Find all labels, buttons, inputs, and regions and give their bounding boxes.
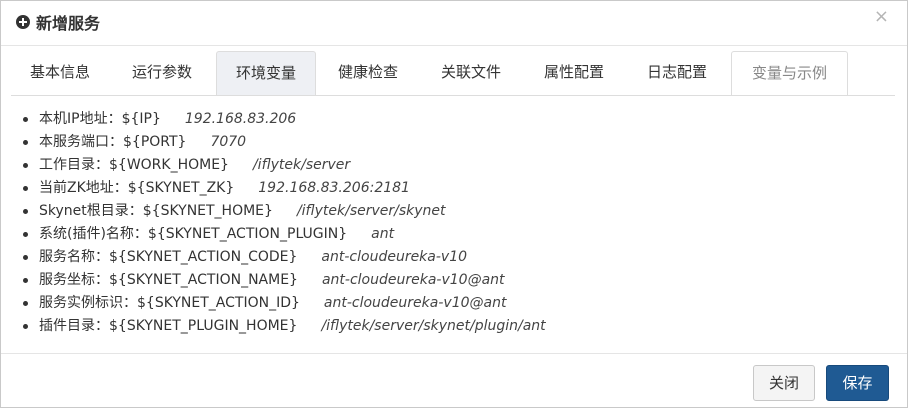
variable-value: ant-cloudeureka-v10@ant <box>323 295 507 311</box>
list-item: 服务名称：${SKYNET_ACTION_CODE} ant-cloudeurek… <box>23 246 546 269</box>
list-item: 服务坐标：${SKYNET_ACTION_NAME} ant-cloudeurek… <box>23 269 546 292</box>
add-service-dialog: 新增服务 × 基本信息 运行参数 环境变量 健康检查 关联文件 属性配置 日志配… <box>0 0 908 408</box>
tab-env-vars[interactable]: 环境变量 <box>216 51 316 95</box>
list-item: 当前ZK地址：${SKYNET_ZK} 192.168.83.206:2181 <box>23 177 546 200</box>
variable-value: ant <box>371 226 395 242</box>
variable-value: 192.168.83.206:2181 <box>258 180 410 196</box>
tab-property-config[interactable]: 属性配置 <box>525 51 623 94</box>
variable-value: 192.168.83.206 <box>184 111 297 127</box>
tab-variables-examples[interactable]: 变量与示例 <box>731 51 848 95</box>
variable-label: 本机IP地址：${IP} <box>39 111 161 127</box>
variable-label: 服务实例标识：${SKYNET_ACTION_ID} <box>39 295 300 311</box>
tab-health-check[interactable]: 健康检查 <box>319 51 417 94</box>
list-item: 本服务端口：${PORT} 7070 <box>23 131 546 154</box>
tab-log-config[interactable]: 日志配置 <box>628 51 726 94</box>
list-item: 服务实例标识：${SKYNET_ACTION_ID} ant-cloudeurek… <box>23 292 546 315</box>
list-item: 本机IP地址：${IP} 192.168.83.206 <box>23 108 546 131</box>
dialog-body: 本机IP地址：${IP} 192.168.83.206 本服务端口：${PORT}… <box>1 96 907 354</box>
tab-related-files[interactable]: 关联文件 <box>422 51 520 94</box>
variable-label: 本服务端口：${PORT} <box>39 134 187 150</box>
plus-circle-icon <box>16 15 30 29</box>
tab-run-params[interactable]: 运行参数 <box>113 51 211 94</box>
dialog-header: 新增服务 × <box>1 1 907 46</box>
variable-label: 插件目录：${SKYNET_PLUGIN_HOME} <box>39 318 298 334</box>
variable-label: 系统(插件)名称：${SKYNET_ACTION_PLUGIN} <box>39 226 348 242</box>
variable-label: 服务名称：${SKYNET_ACTION_CODE} <box>39 249 298 265</box>
save-button[interactable]: 保存 <box>826 365 889 401</box>
list-item: Skynet根目录：${SKYNET_HOME} /iflytek/server/… <box>23 200 546 223</box>
variable-label: 当前ZK地址：${SKYNET_ZK} <box>39 180 235 196</box>
variable-label: Skynet根目录：${SKYNET_HOME} <box>39 203 273 219</box>
list-item: 插件目录：${SKYNET_PLUGIN_HOME} /iflytek/serve… <box>23 315 546 338</box>
close-button[interactable]: 关闭 <box>753 365 815 401</box>
list-item: 系统(插件)名称：${SKYNET_ACTION_PLUGIN} ant <box>23 223 546 246</box>
variable-value: /iflytek/server <box>252 157 351 173</box>
dialog-title-wrap: 新增服务 <box>16 11 100 33</box>
variable-label: 工作目录：${WORK_HOME} <box>39 157 229 173</box>
tab-basic-info[interactable]: 基本信息 <box>11 51 109 94</box>
variable-value: ant-cloudeureka-v10@ant <box>321 272 505 288</box>
tab-bar: 基本信息 运行参数 环境变量 健康检查 关联文件 属性配置 日志配置 变量与示例 <box>11 51 895 96</box>
variable-list: 本机IP地址：${IP} 192.168.83.206 本服务端口：${PORT}… <box>23 108 546 338</box>
variable-value: /iflytek/server/skynet/plugin/ant <box>321 318 546 334</box>
list-item: 工作目录：${WORK_HOME} /iflytek/server <box>23 154 546 177</box>
variable-value: 7070 <box>210 134 247 150</box>
variable-label: 服务坐标：${SKYNET_ACTION_NAME} <box>39 272 298 288</box>
variable-value: ant-cloudeureka-v10 <box>321 249 468 265</box>
dialog-title: 新增服务 <box>36 14 101 33</box>
dialog-footer: 关闭 保存 <box>1 353 907 408</box>
variable-value: /iflytek/server/skynet <box>296 203 446 219</box>
close-icon[interactable]: × <box>874 7 889 27</box>
